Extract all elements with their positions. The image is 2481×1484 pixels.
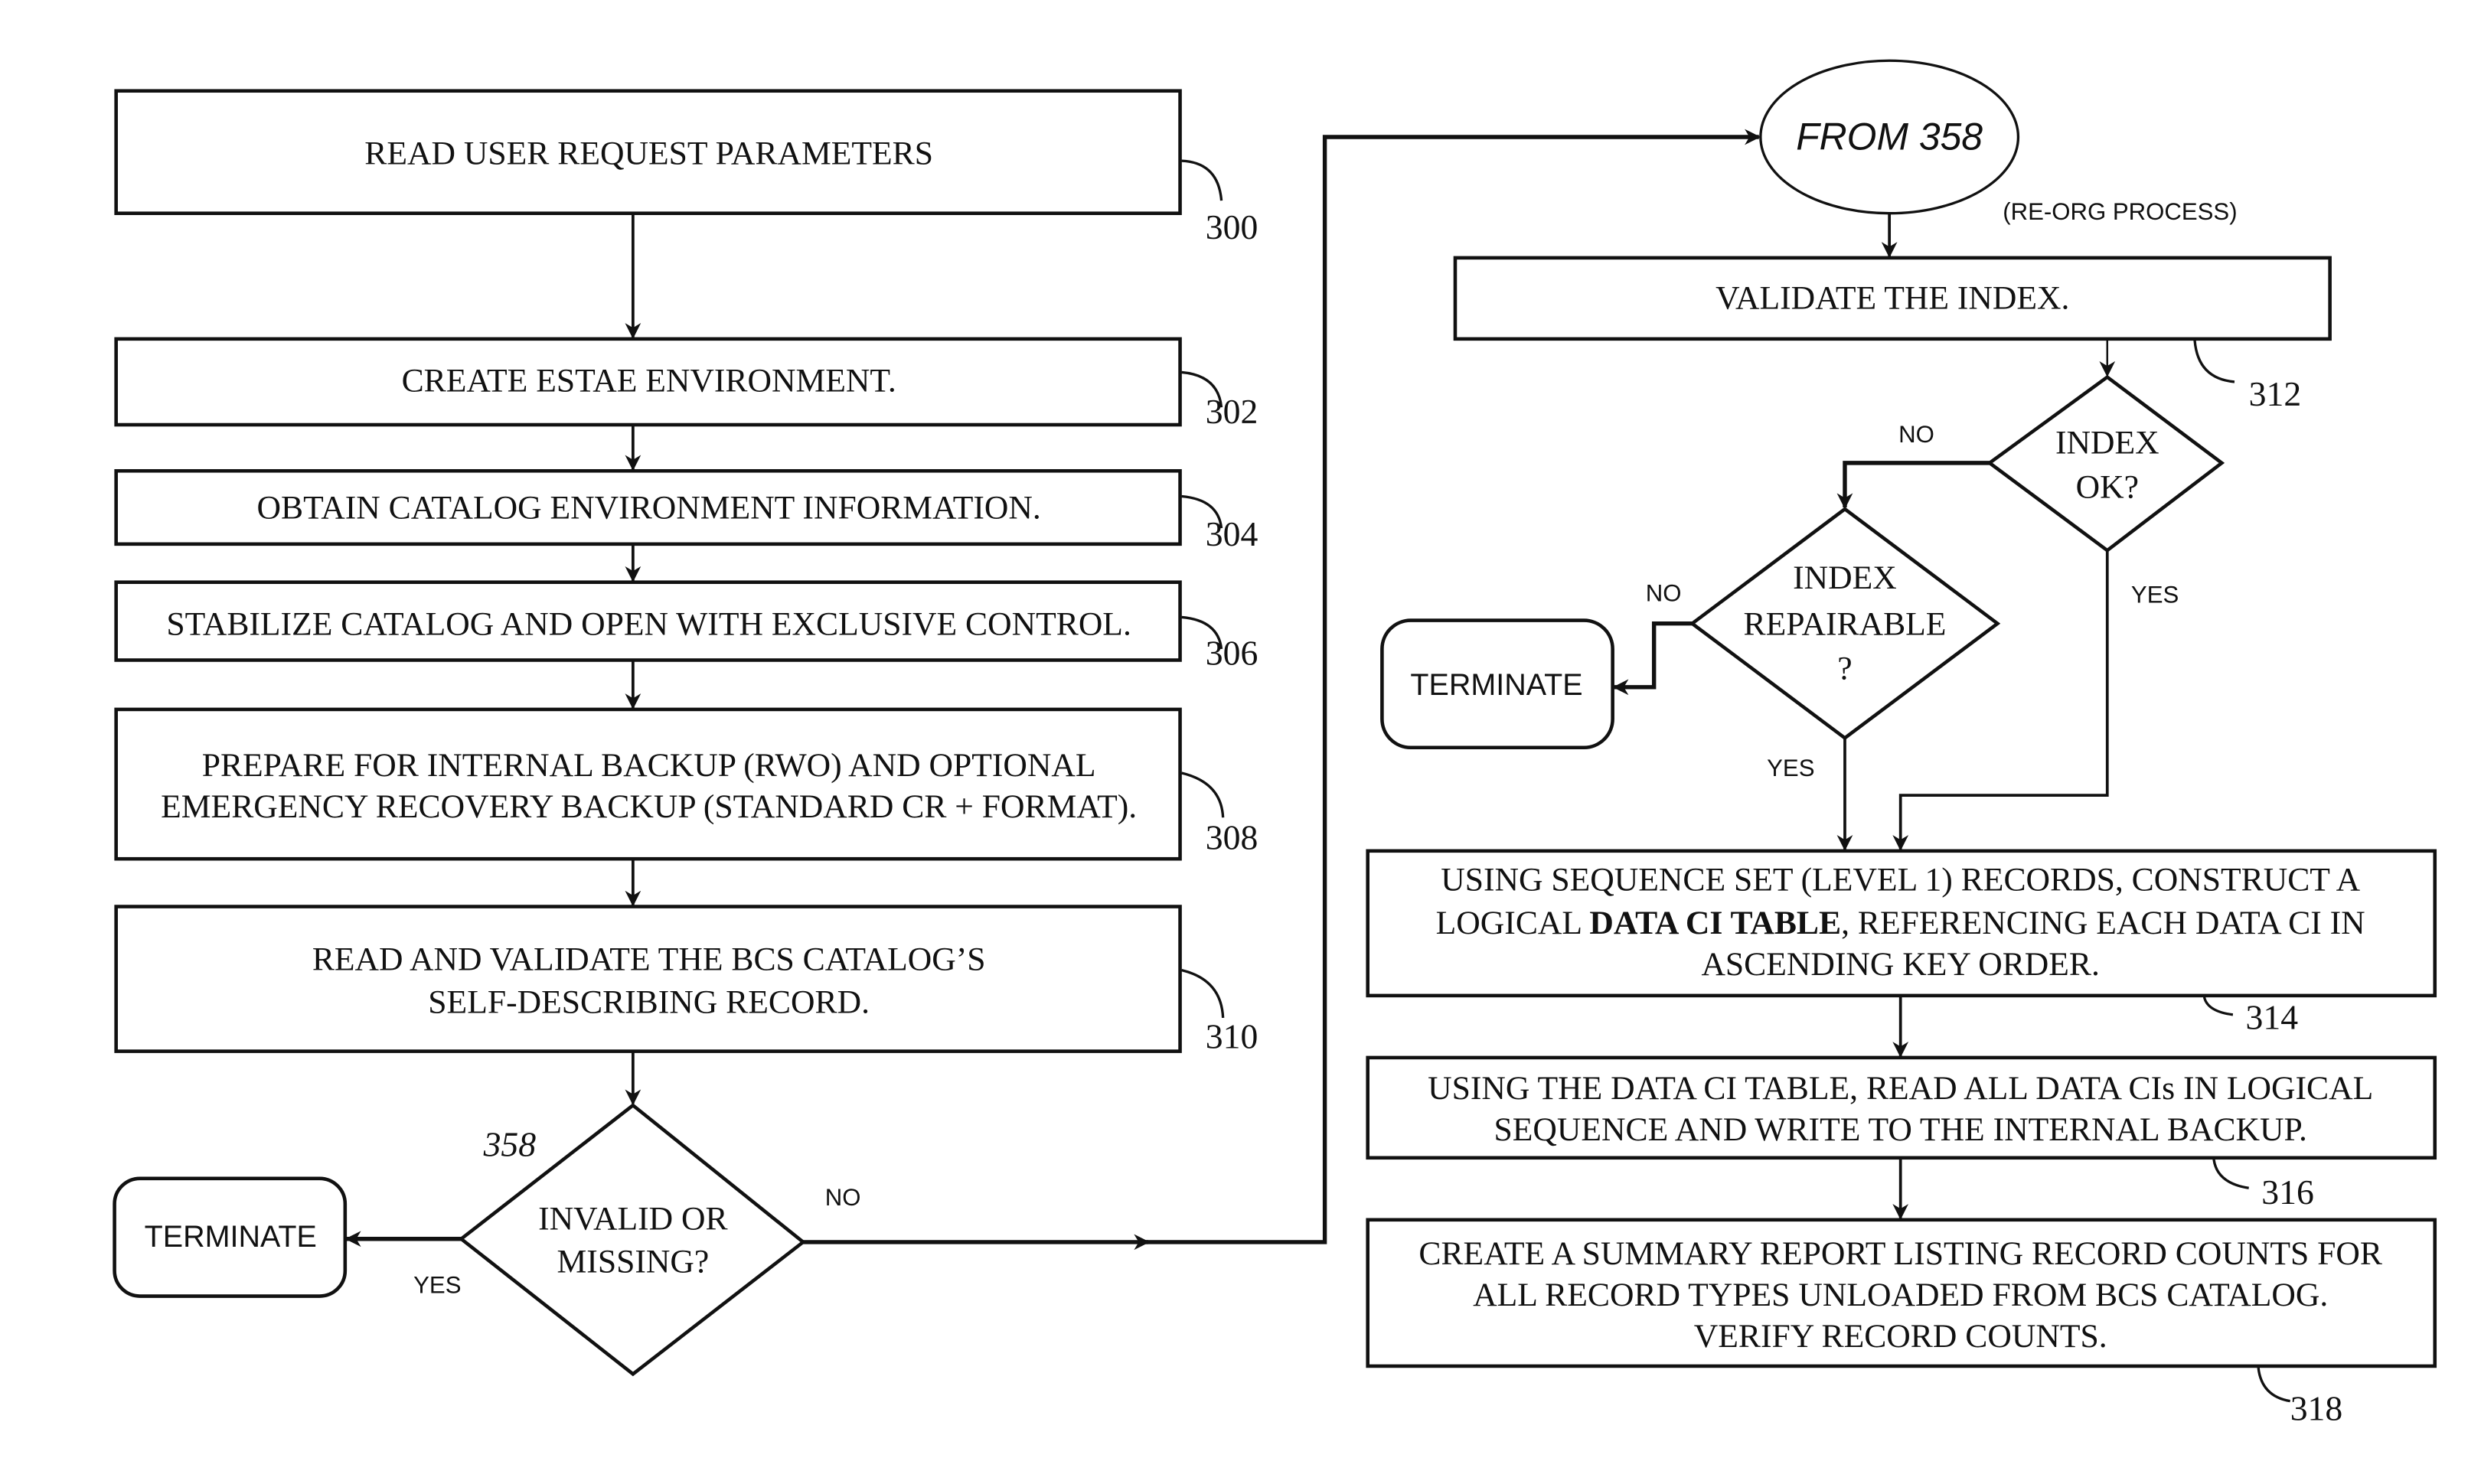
step-318-text-line3: VERIFY RECORD COUNTS. [1694, 1318, 2107, 1355]
step-318-text-line2: ALL RECORD TYPES UNLOADED FROM BCS CATAL… [1473, 1277, 2328, 1313]
ref-leader [1181, 159, 1223, 201]
reorg-process-note: (RE-ORG PROCESS) [2003, 198, 2237, 225]
decision-index-repairable-line3: ? [1837, 650, 1852, 687]
step-300: READ USER REQUEST PARAMETERS 300 [114, 89, 1258, 246]
step-308-box [114, 707, 1182, 861]
decision-index-repairable-line2: REPAIRABLE [1744, 605, 1947, 642]
step-310: READ AND VALIDATE THE BCS CATALOG’S SELF… [114, 905, 1258, 1055]
step-314-line2-post: , REFERENCING EACH DATA CI IN [1841, 905, 2365, 941]
connector-text: FROM 358 [1796, 116, 1983, 158]
step-308-text-line2: EMERGENCY RECOVERY BACKUP (STANDARD CR +… [161, 788, 1137, 825]
terminate-right: TERMINATE [1380, 618, 1614, 750]
decision-index-ok-line1: INDEX [2055, 424, 2159, 461]
step-310-text-line2: SELF-DESCRIBING RECORD. [428, 984, 870, 1021]
step-314-text-line2: LOGICAL DATA CI TABLE, REFERENCING EACH … [1436, 905, 2365, 941]
no-label-358: NO [825, 1184, 861, 1211]
ref-label-308: 308 [1206, 818, 1258, 857]
arrow-repairable-no [1612, 621, 1693, 696]
no-label-index-ok: NO [1898, 421, 1934, 448]
decision-index-ok-line2: OK? [2076, 469, 2139, 506]
step-314-text-line3: ASCENDING KEY ORDER. [1701, 946, 2099, 983]
terminate-left: TERMINATE [113, 1176, 348, 1298]
step-314-line2-pre: LOGICAL [1436, 905, 1590, 941]
ref-label-312: 312 [2249, 374, 2302, 413]
decision-358-text-line1: INVALID OR [538, 1200, 728, 1237]
step-302: CREATE ESTAE ENVIRONMENT. 302 [114, 337, 1258, 431]
decision-index-repairable: INDEX REPAIRABLE ? [1689, 507, 2001, 741]
ref-label-302: 302 [1206, 392, 1258, 431]
step-312: VALIDATE THE INDEX. 312 [1453, 256, 2332, 413]
ref-leader [1181, 969, 1225, 1019]
decision-358-text-line2: MISSING? [557, 1243, 710, 1280]
connector-from-358: FROM 358 (RE-ORG PROCESS) [1759, 59, 2238, 225]
ref-label-358: 358 [483, 1125, 537, 1164]
ref-leader [2212, 1159, 2249, 1189]
terminate-left-text: TERMINATE [145, 1220, 317, 1254]
step-308: PREPARE FOR INTERNAL BACKUP (RWO) AND OP… [114, 707, 1258, 861]
step-300-text: READ USER REQUEST PARAMETERS [364, 135, 933, 171]
ref-label-314: 314 [2246, 998, 2299, 1037]
ref-leader [1181, 771, 1225, 818]
ref-leader [2193, 340, 2235, 383]
step-316-text-line2: SEQUENCE AND WRITE TO THE INTERNAL BACKU… [1493, 1111, 2306, 1148]
step-318: CREATE A SUMMARY REPORT LISTING RECORD C… [1366, 1218, 2437, 1428]
step-316-text-line1: USING THE DATA CI TABLE, READ ALL DATA C… [1428, 1070, 2373, 1107]
step-310-text-line1: READ AND VALIDATE THE BCS CATALOG’S [312, 941, 986, 978]
step-302-text: CREATE ESTAE ENVIRONMENT. [402, 362, 896, 399]
decision-358: INVALID OR MISSING? 358 [458, 1103, 806, 1377]
step-308-text-line1: PREPARE FOR INTERNAL BACKUP (RWO) AND OP… [202, 747, 1096, 784]
step-304-text: OBTAIN CATALOG ENVIRONMENT INFORMATION. [257, 490, 1041, 527]
ref-leader [2257, 1367, 2290, 1403]
no-label-index-repairable: NO [1646, 580, 1682, 607]
ref-label-304: 304 [1206, 514, 1258, 553]
arrow-indexok-no [1836, 461, 1990, 510]
yes-label-358: YES [413, 1271, 461, 1298]
ref-label-316: 316 [2261, 1173, 2314, 1212]
decision-index-repairable-line1: INDEX [1793, 559, 1897, 596]
step-312-text: VALIDATE THE INDEX. [1715, 279, 2069, 316]
step-306-text: STABILIZE CATALOG AND OPEN WITH EXCLUSIV… [166, 605, 1131, 642]
decision-index-ok-diamond [1986, 374, 2225, 553]
ref-leader [2202, 996, 2234, 1016]
step-304: OBTAIN CATALOG ENVIRONMENT INFORMATION. … [114, 468, 1258, 553]
terminate-right-text: TERMINATE [1410, 668, 1582, 702]
yes-label-index-repairable: YES [1767, 755, 1814, 781]
ref-label-306: 306 [1206, 634, 1258, 673]
yes-label-index-ok: YES [2131, 582, 2179, 608]
step-318-text-line1: CREATE A SUMMARY REPORT LISTING RECORD C… [1418, 1235, 2383, 1272]
flowchart: READ USER REQUEST PARAMETERS 300 CREATE … [113, 59, 2437, 1428]
ref-label-300: 300 [1206, 207, 1258, 246]
step-314-line2-bold: DATA CI TABLE [1589, 905, 1841, 941]
step-310-box [114, 905, 1182, 1053]
step-314-text-line1: USING SEQUENCE SET (LEVEL 1) RECORDS, CO… [1441, 862, 2360, 899]
step-306: STABILIZE CATALOG AND OPEN WITH EXCLUSIV… [114, 580, 1258, 673]
decision-index-ok: INDEX OK? [1986, 374, 2225, 553]
ref-label-310: 310 [1206, 1016, 1258, 1055]
ref-label-318: 318 [2290, 1389, 2343, 1428]
